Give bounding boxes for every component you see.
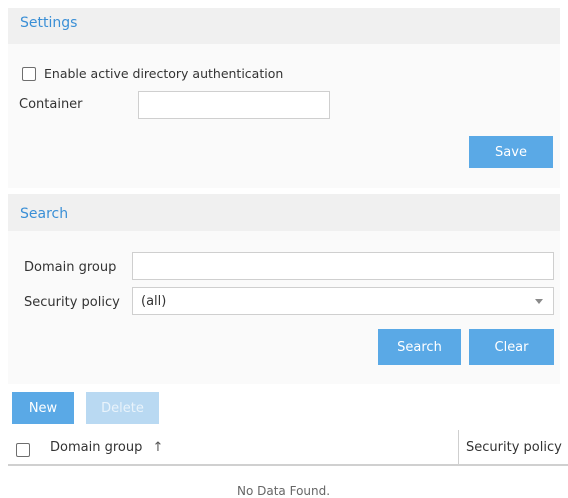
search-button[interactable]: Search	[378, 329, 461, 365]
chevron-down-icon	[535, 299, 543, 304]
sort-ascending-icon: ↑	[152, 440, 164, 455]
grid-header: Domain group ↑ Security policy	[8, 430, 568, 466]
search-panel: Search Domain group Security policy (all…	[8, 194, 560, 384]
column-header-domain-group[interactable]: Domain group ↑	[50, 440, 163, 455]
delete-button: Delete	[86, 392, 159, 424]
domain-group-label: Domain group	[24, 260, 117, 275]
settings-panel: Settings Enable active directory authent…	[8, 8, 560, 188]
column-separator[interactable]	[458, 430, 459, 464]
empty-message: No Data Found.	[237, 484, 331, 498]
search-title: Search	[20, 206, 69, 222]
column-header-domain-group-label: Domain group	[50, 440, 143, 455]
save-button[interactable]: Save	[469, 136, 553, 168]
enable-ad-checkbox[interactable]	[22, 67, 36, 81]
select-all-checkbox[interactable]	[16, 443, 30, 457]
column-header-security-policy[interactable]: Security policy	[466, 440, 562, 455]
clear-button[interactable]: Clear	[469, 329, 554, 365]
container-input[interactable]	[138, 91, 330, 119]
security-policy-label: Security policy	[24, 295, 120, 310]
security-policy-value: (all)	[141, 294, 167, 309]
domain-group-input[interactable]	[132, 252, 554, 280]
enable-ad-label[interactable]: Enable active directory authentication	[44, 66, 283, 81]
settings-header: Settings	[8, 8, 560, 44]
new-button[interactable]: New	[12, 392, 74, 424]
settings-title: Settings	[20, 15, 78, 31]
container-label: Container	[19, 97, 83, 112]
security-policy-select[interactable]: (all)	[132, 287, 554, 315]
search-header: Search	[8, 194, 560, 231]
